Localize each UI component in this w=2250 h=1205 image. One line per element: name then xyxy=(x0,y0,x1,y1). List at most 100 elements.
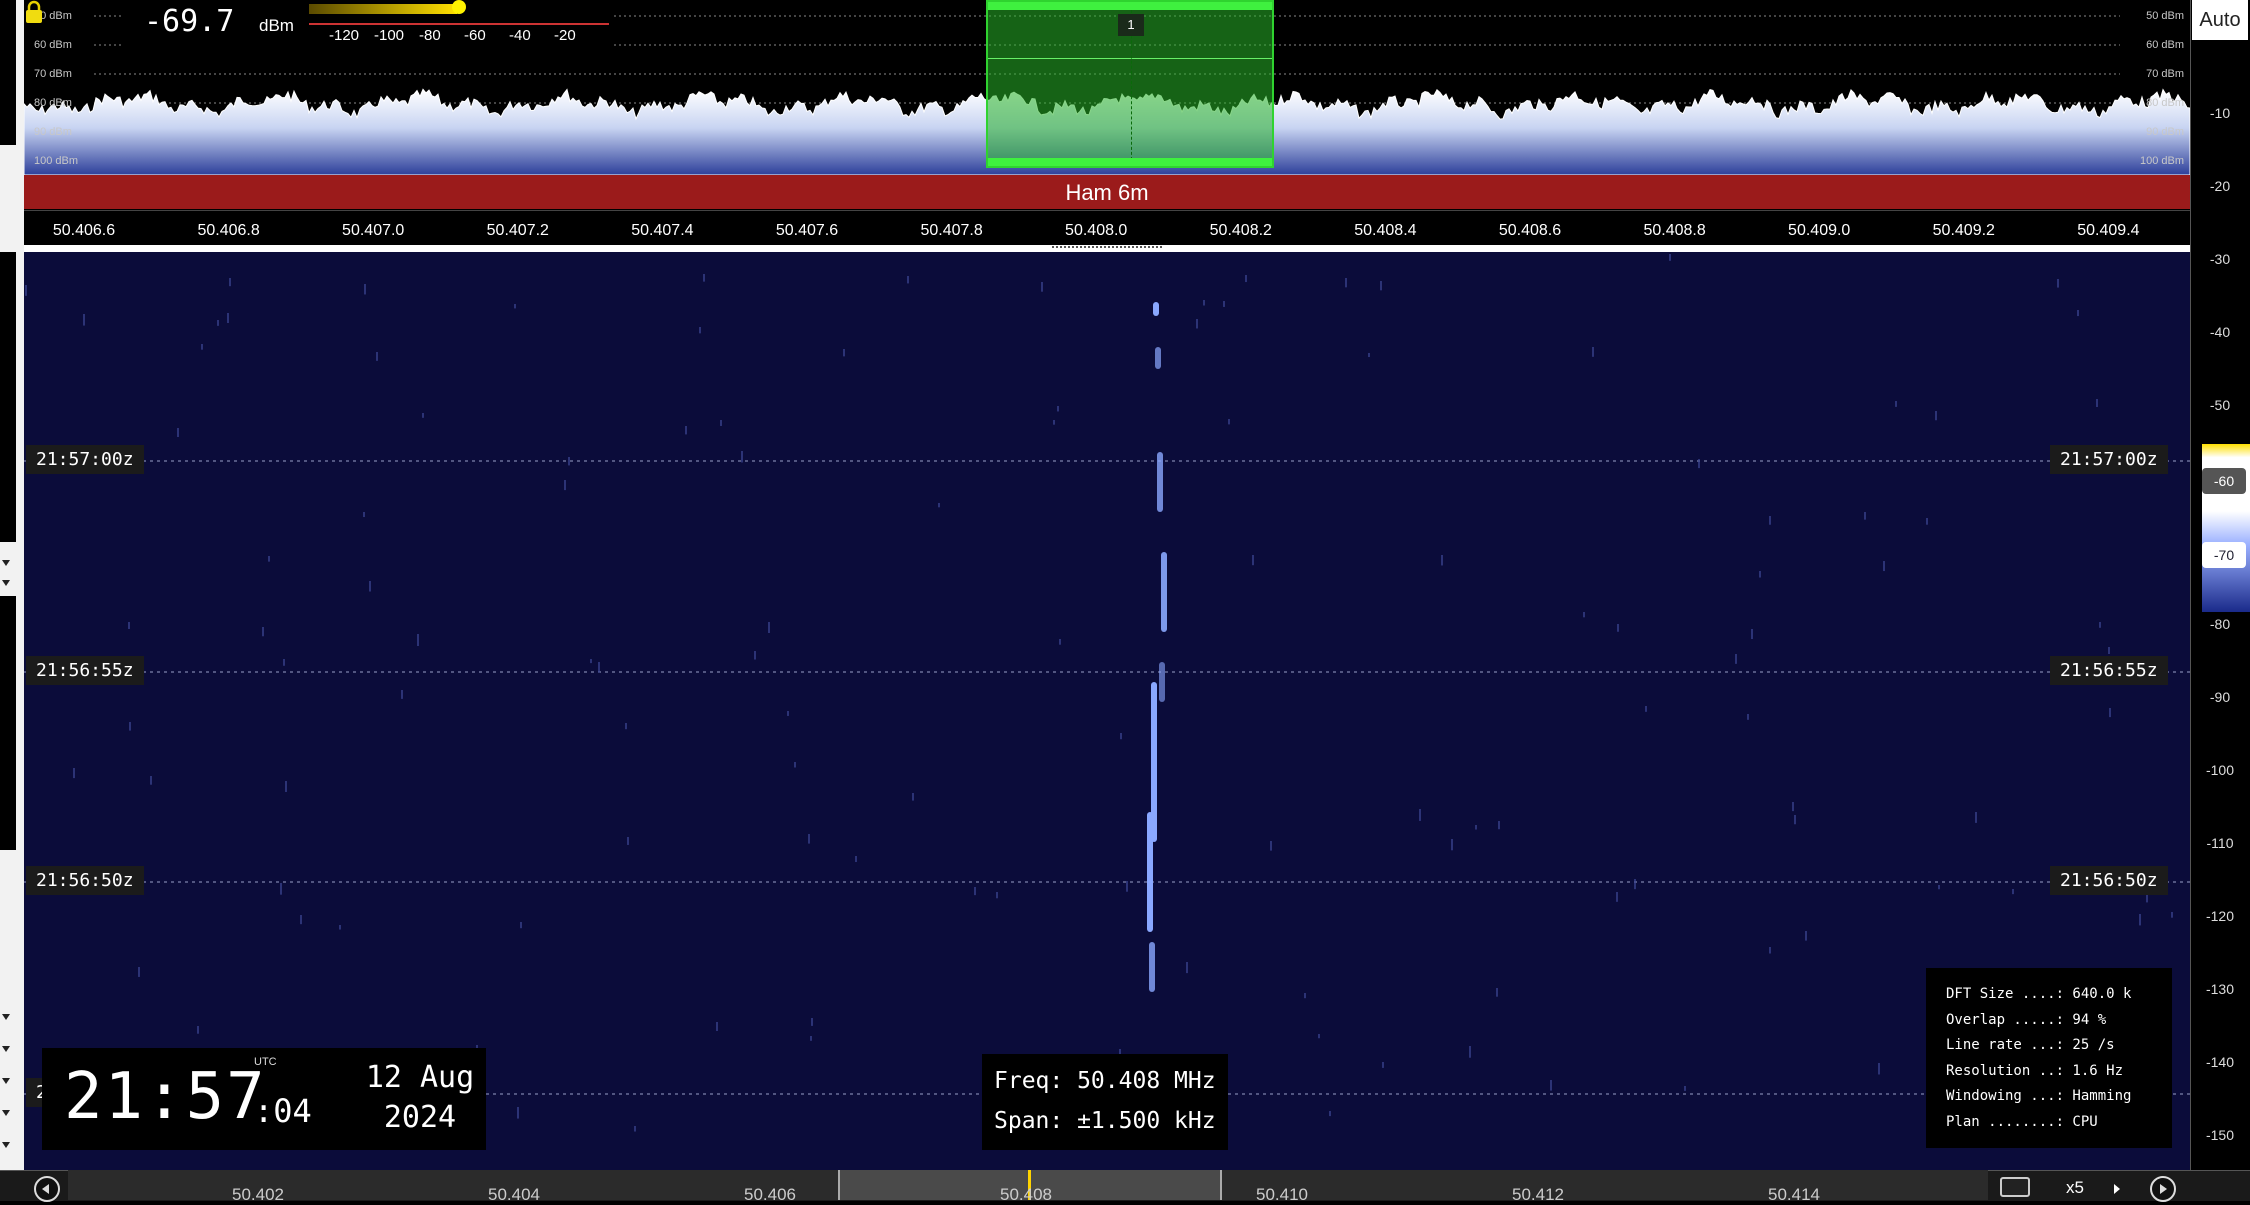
noise-speck xyxy=(1368,353,1370,358)
db-label-right: 60 dBm xyxy=(2146,39,2184,51)
noise-speck xyxy=(197,1026,199,1034)
chevron-right-icon[interactable] xyxy=(2114,1184,2120,1194)
noise-speck xyxy=(417,634,419,646)
noise-speck xyxy=(1053,420,1055,425)
noise-speck xyxy=(1126,881,1128,892)
noise-speck xyxy=(1252,555,1254,566)
noise-speck xyxy=(25,285,27,296)
freq-axis-label: 50.408.2 xyxy=(1209,222,1272,239)
signal-meter-indicator xyxy=(452,0,466,14)
noise-speck xyxy=(150,776,152,785)
scroll-left-button[interactable] xyxy=(34,1176,60,1202)
freq-axis-label: 50.407.4 xyxy=(631,222,694,239)
freq-axis-label: 50.407.2 xyxy=(486,222,549,239)
left-strip-segment xyxy=(0,0,16,145)
scroll-right-button[interactable] xyxy=(2150,1176,2176,1202)
chevron-down-icon[interactable] xyxy=(2,580,10,586)
noise-speck xyxy=(1759,571,1761,578)
noise-speck xyxy=(808,834,810,844)
noise-speck xyxy=(1186,962,1188,974)
chevron-down-icon[interactable] xyxy=(2,1014,10,1020)
frequency-axis[interactable]: 50.406.6 50.406.8 50.407.0 50.407.2 50.407.4… xyxy=(24,210,2190,246)
noise-speck xyxy=(1616,892,1618,902)
noise-speck xyxy=(1120,733,1122,740)
noise-speck xyxy=(2171,912,2173,918)
clock-hours-minutes: 21:57 xyxy=(64,1060,267,1134)
noise-speck xyxy=(1041,282,1043,292)
chevron-down-icon[interactable] xyxy=(2,1046,10,1052)
keyboard-icon[interactable] xyxy=(2000,1177,2030,1197)
noise-speck xyxy=(2057,279,2059,288)
noise-speck xyxy=(703,274,705,282)
vfo-top-handle[interactable] xyxy=(988,2,1272,10)
level-scale-label: -90 xyxy=(2209,689,2231,705)
noise-speck xyxy=(794,762,796,768)
db-label-left: 80 dBm xyxy=(34,97,72,109)
db-label-right: 50 dBm xyxy=(2146,10,2184,22)
noise-speck xyxy=(1698,459,1700,469)
noise-speck xyxy=(1769,516,1771,525)
freq-axis-label: 50.408.0 xyxy=(1065,222,1128,239)
noise-speck xyxy=(720,420,722,426)
noise-speck xyxy=(177,428,179,437)
noise-speck xyxy=(1878,1063,1880,1075)
level-scale-label: -50 xyxy=(2209,397,2231,413)
noise-speck xyxy=(1935,411,1937,421)
signal-level-unit: dBm xyxy=(259,16,294,35)
noise-speck xyxy=(339,925,341,930)
db-label-left: 70 dBm xyxy=(34,68,72,80)
signal-meter-bar xyxy=(309,4,457,14)
auto-button[interactable]: Auto xyxy=(2192,0,2248,40)
waterfall-canvas xyxy=(24,254,2190,1143)
noise-speck xyxy=(1223,301,1225,307)
vfo-passband[interactable]: 1 xyxy=(986,0,1274,168)
bottom-freq-label: 50.404 xyxy=(488,1185,540,1204)
level-scale-label: -10 xyxy=(2209,105,2231,121)
splitter-grip-handle[interactable] xyxy=(1052,246,1162,250)
vfo-number-badge[interactable]: 1 xyxy=(1118,14,1144,36)
bottom-freq-label: 50.406 xyxy=(744,1185,796,1204)
chevron-down-icon[interactable] xyxy=(2,1110,10,1116)
colorbar-low-handle[interactable]: -70 xyxy=(2202,542,2246,568)
level-scale-label: -30 xyxy=(2209,251,2231,267)
noise-speck xyxy=(363,512,365,518)
noise-speck xyxy=(229,278,231,287)
level-scale-label: -80 xyxy=(2209,616,2231,632)
noise-speck xyxy=(699,327,701,334)
signal-meter-scale-label: -40 xyxy=(509,27,531,44)
noise-speck xyxy=(1441,555,1443,566)
chevron-down-icon[interactable] xyxy=(2,560,10,566)
noise-speck xyxy=(2096,399,2098,407)
colorbar-high-handle[interactable]: -60 xyxy=(2202,468,2246,494)
clock-date-day-month: 12 Aug xyxy=(365,1060,475,1095)
noise-speck xyxy=(1751,629,1753,640)
lock-icon[interactable] xyxy=(24,0,44,24)
noise-speck xyxy=(1475,825,1477,830)
db-label-right: 90 dBm xyxy=(2146,126,2184,138)
noise-speck xyxy=(996,892,998,899)
db-label-left: 100 dBm xyxy=(34,155,79,167)
chevron-down-icon[interactable] xyxy=(2,1142,10,1148)
freq-axis-label: 50.409.0 xyxy=(1788,222,1851,239)
noise-speck xyxy=(1975,812,1977,823)
noise-speck xyxy=(1684,1086,1686,1091)
noise-speck xyxy=(1583,612,1585,618)
noise-speck xyxy=(1669,254,1671,261)
vfo-bottom-handle[interactable] xyxy=(988,158,1272,166)
noise-speck xyxy=(1498,821,1500,830)
chevron-down-icon[interactable] xyxy=(2,1078,10,1084)
signal-trace-streak xyxy=(1153,302,1159,316)
db-label-right: 70 dBm xyxy=(2146,68,2184,80)
zoom-level[interactable]: x5 xyxy=(2066,1178,2084,1198)
noise-speck xyxy=(1550,1080,1552,1091)
clock-seconds: :04 xyxy=(254,1092,312,1130)
waterfall-display[interactable] xyxy=(24,252,2190,1170)
noise-speck xyxy=(2146,895,2148,903)
noise-speck xyxy=(83,314,85,326)
band-label: Ham 6m xyxy=(1065,180,1149,205)
bottom-freq-label: 50.408 xyxy=(1000,1185,1052,1204)
level-scale-label: -140 xyxy=(2205,1054,2235,1070)
signal-meter-scale-label: -20 xyxy=(554,27,576,44)
dft-info-panel: DFT Size ....: 640.0 k Overlap .....: 94 … xyxy=(1926,968,2172,1148)
spectrum-display[interactable]: 50 dBm 60 dBm 70 dBm 80 dBm 90 dBm 100 dBm 1 10… xyxy=(24,0,2190,210)
